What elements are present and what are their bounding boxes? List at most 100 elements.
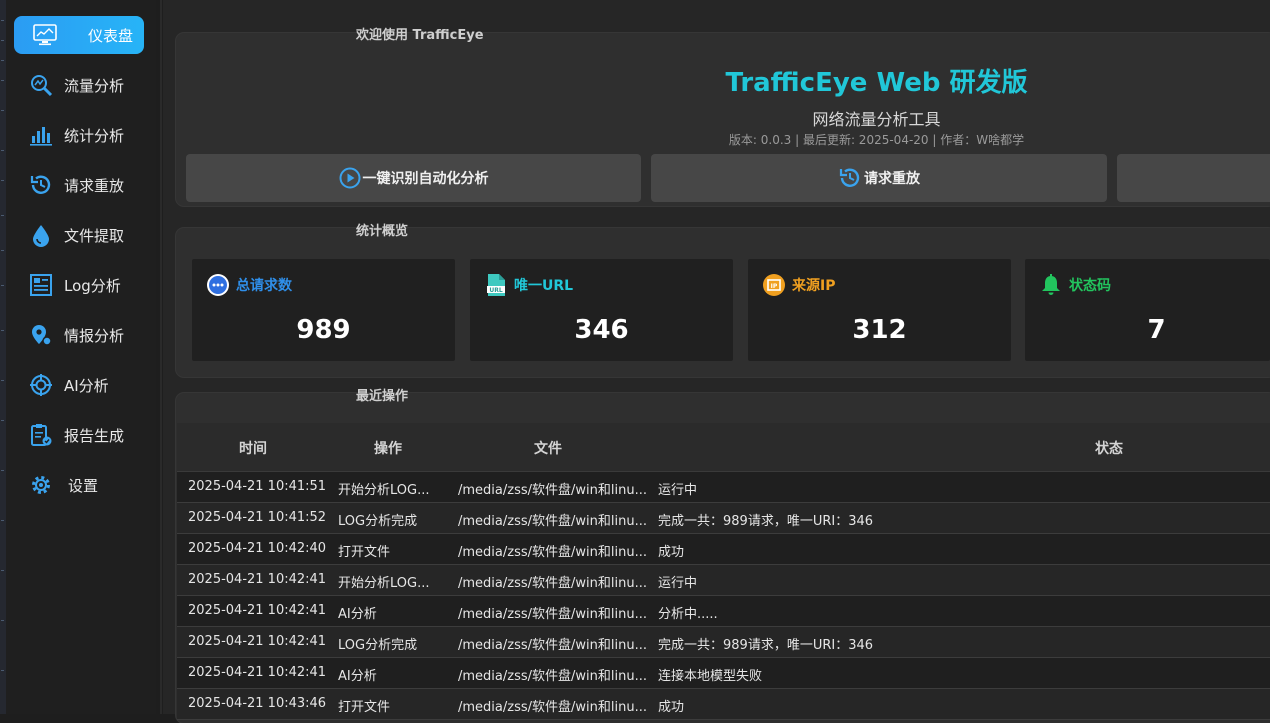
cell-file: /media/zss/软件盘/win和linu... [458,514,647,529]
table-row[interactable]: 2025-04-21 10:43:46 打开文件/media/zss/软件盘/wi… [177,689,1270,720]
table-row[interactable]: 2025-04-21 10:42:41 AI分析/media/zss/软件盘/wi… [177,658,1270,689]
cell-time: 2025-04-21 10:42:41 [188,665,327,680]
sidebar-item-settings[interactable]: 设置 [14,466,144,504]
cell-time: 2025-04-21 10:43:46 [188,696,327,711]
sidebar-item-dashboard[interactable]: 仪表盘 [14,16,144,54]
recent-title: 最近操作 [356,389,409,404]
cell-time: 2025-04-21 10:41:52 [188,510,327,525]
history-icon [838,166,862,190]
cell-status: 完成一共：989请求，唯一URI：346 [658,514,874,529]
sidebar-item-label: 情报分析 [64,326,125,345]
sidebar-item-ai-analysis[interactable]: AI分析 [14,366,144,404]
cell-time: 2025-04-21 10:42:40 [188,541,327,556]
cell-file: /media/zss/软件盘/win和linu... [458,576,647,591]
table-row[interactable]: 2025-04-21 10:42:41 LOG分析完成/media/zss/软件盘… [177,627,1270,658]
target-icon [28,372,54,398]
table-row[interactable]: 2025-04-21 10:42:41 开始分析LOG... /media/zss/… [177,565,1270,596]
search-analysis-icon [28,72,54,98]
cell-action: 打开文件 [338,545,391,560]
table-row[interactable]: 2025-04-21 10:41:52 LOG分析完成/media/zss/软件盘… [177,503,1270,534]
cell-action: AI分析 [338,669,377,684]
cell-file: /media/zss/软件盘/win和linu... [458,700,647,715]
stat-card-total-requests: 总请求数 989 [192,259,455,361]
sidebar-item-label: AI分析 [64,376,109,395]
app-title: TrafficEye Web 研发版 [725,68,1028,98]
welcome-title: 欢迎使用 TrafficEye [356,28,484,43]
gear-icon [28,472,54,498]
sidebar-divider [160,0,162,714]
sidebar-item-statistics[interactable]: 统计分析 [14,116,144,154]
stat-value: 346 [574,315,629,345]
cell-status: 连接本地模型失败 [658,669,763,684]
column-header-time[interactable]: 时间 [239,438,267,458]
table-header: 时间 操作 文件 状态 [177,423,1270,472]
stat-card-header: 状态码 [1039,273,1111,297]
cell-status: 完成一共：989请求，唯一URI：346 [658,638,874,653]
location-pin-icon [28,322,54,348]
sidebar-item-traffic-analysis[interactable]: 流量分析 [14,66,144,104]
stat-card-header: URL 唯一URL [484,273,573,297]
sidebar-item-label: 文件提取 [64,226,125,245]
stat-card-header: IP 来源IP [762,273,835,297]
request-replay-label: 请求重放 [864,171,920,187]
cell-file: /media/zss/软件盘/win和linu... [458,638,647,653]
sidebar-item-request-replay[interactable]: 请求重放 [14,166,144,204]
cell-action: 打开文件 [338,700,391,715]
auto-analysis-label: 一键识别自动化分析 [362,171,489,187]
cell-action: LOG分析完成 [338,638,418,653]
bar-chart-icon [28,122,54,148]
cell-time: 2025-04-21 10:42:41 [188,572,327,587]
sidebar-item-file-extract[interactable]: 文件提取 [14,216,144,254]
chat-bubble-icon [206,273,230,297]
stat-label: 总请求数 [236,278,292,294]
stat-card-header: 总请求数 [206,273,292,297]
stat-value: 7 [1147,315,1166,345]
cell-status: 运行中 [658,483,698,498]
sidebar: 仪表盘 流量分析 统计分析 请求重放 文件提取 Log分析 情报分析 AI分析 … [6,0,156,714]
sidebar-item-log-analysis[interactable]: Log分析 [14,266,144,304]
cell-status: 运行中 [658,576,698,591]
app-meta: 版本: 0.0.3 | 最后更新: 2025-04-20 | 作者：W啥都学 [728,133,1025,147]
bell-icon [1039,273,1063,297]
stat-value: 989 [296,315,351,345]
column-header-status[interactable]: 状态 [1095,438,1123,458]
sidebar-item-label: 报告生成 [64,426,125,445]
sidebar-item-intel-analysis[interactable]: 情报分析 [14,316,144,354]
request-replay-button[interactable]: 请求重放 [651,154,1107,202]
stat-card-source-ip: IP 来源IP 312 [748,259,1011,361]
sidebar-item-report[interactable]: 报告生成 [14,416,144,454]
table-row[interactable]: 2025-04-21 10:42:41 AI分析/media/zss/软件盘/wi… [177,596,1270,627]
cell-time: 2025-04-21 10:42:41 [188,634,327,649]
cell-action: AI分析 [338,607,377,622]
ip-icon: IP [762,273,786,297]
stat-label: 状态码 [1069,278,1111,294]
cell-status: 成功 [658,700,685,715]
app-subtitle: 网络流量分析工具 [812,110,941,129]
cell-action: 开始分析LOG... [338,576,430,591]
sidebar-item-label: 仪表盘 [88,26,134,45]
auto-analysis-button[interactable]: 一键识别自动化分析 [186,154,641,202]
stat-card-status-code: 状态码 7 [1025,259,1270,361]
cell-time: 2025-04-21 10:41:51 [188,479,327,494]
sidebar-item-label: 流量分析 [64,76,125,95]
sidebar-item-label: 请求重放 [64,176,125,195]
cell-action: 开始分析LOG... [338,483,430,498]
table-row[interactable]: 2025-04-21 10:42:40 打开文件/media/zss/软件盘/wi… [177,534,1270,565]
cell-time: 2025-04-21 10:42:41 [188,603,327,618]
svg-text:IP: IP [771,283,778,290]
column-header-file[interactable]: 文件 [534,438,562,458]
cell-status: 分析中..... [658,607,718,622]
stat-label: 来源IP [792,278,836,294]
table-row[interactable]: 2025-04-21 10:41:51 开始分析LOG... /media/zss/… [177,472,1270,503]
history-icon [28,172,54,198]
sidebar-item-label: 统计分析 [64,126,125,145]
report-icon [28,422,54,448]
third-action-button[interactable] [1117,154,1270,202]
stats-title: 统计概览 [356,224,409,239]
cell-file: /media/zss/软件盘/win和linu... [458,607,647,622]
recent-operations-table: 时间 操作 文件 状态 2025-04-21 10:41:51 开始分析LOG..… [177,423,1270,720]
play-circle-icon [339,167,361,189]
url-file-icon: URL [484,273,508,297]
svg-text:URL: URL [489,287,502,294]
column-header-action[interactable]: 操作 [374,438,402,458]
